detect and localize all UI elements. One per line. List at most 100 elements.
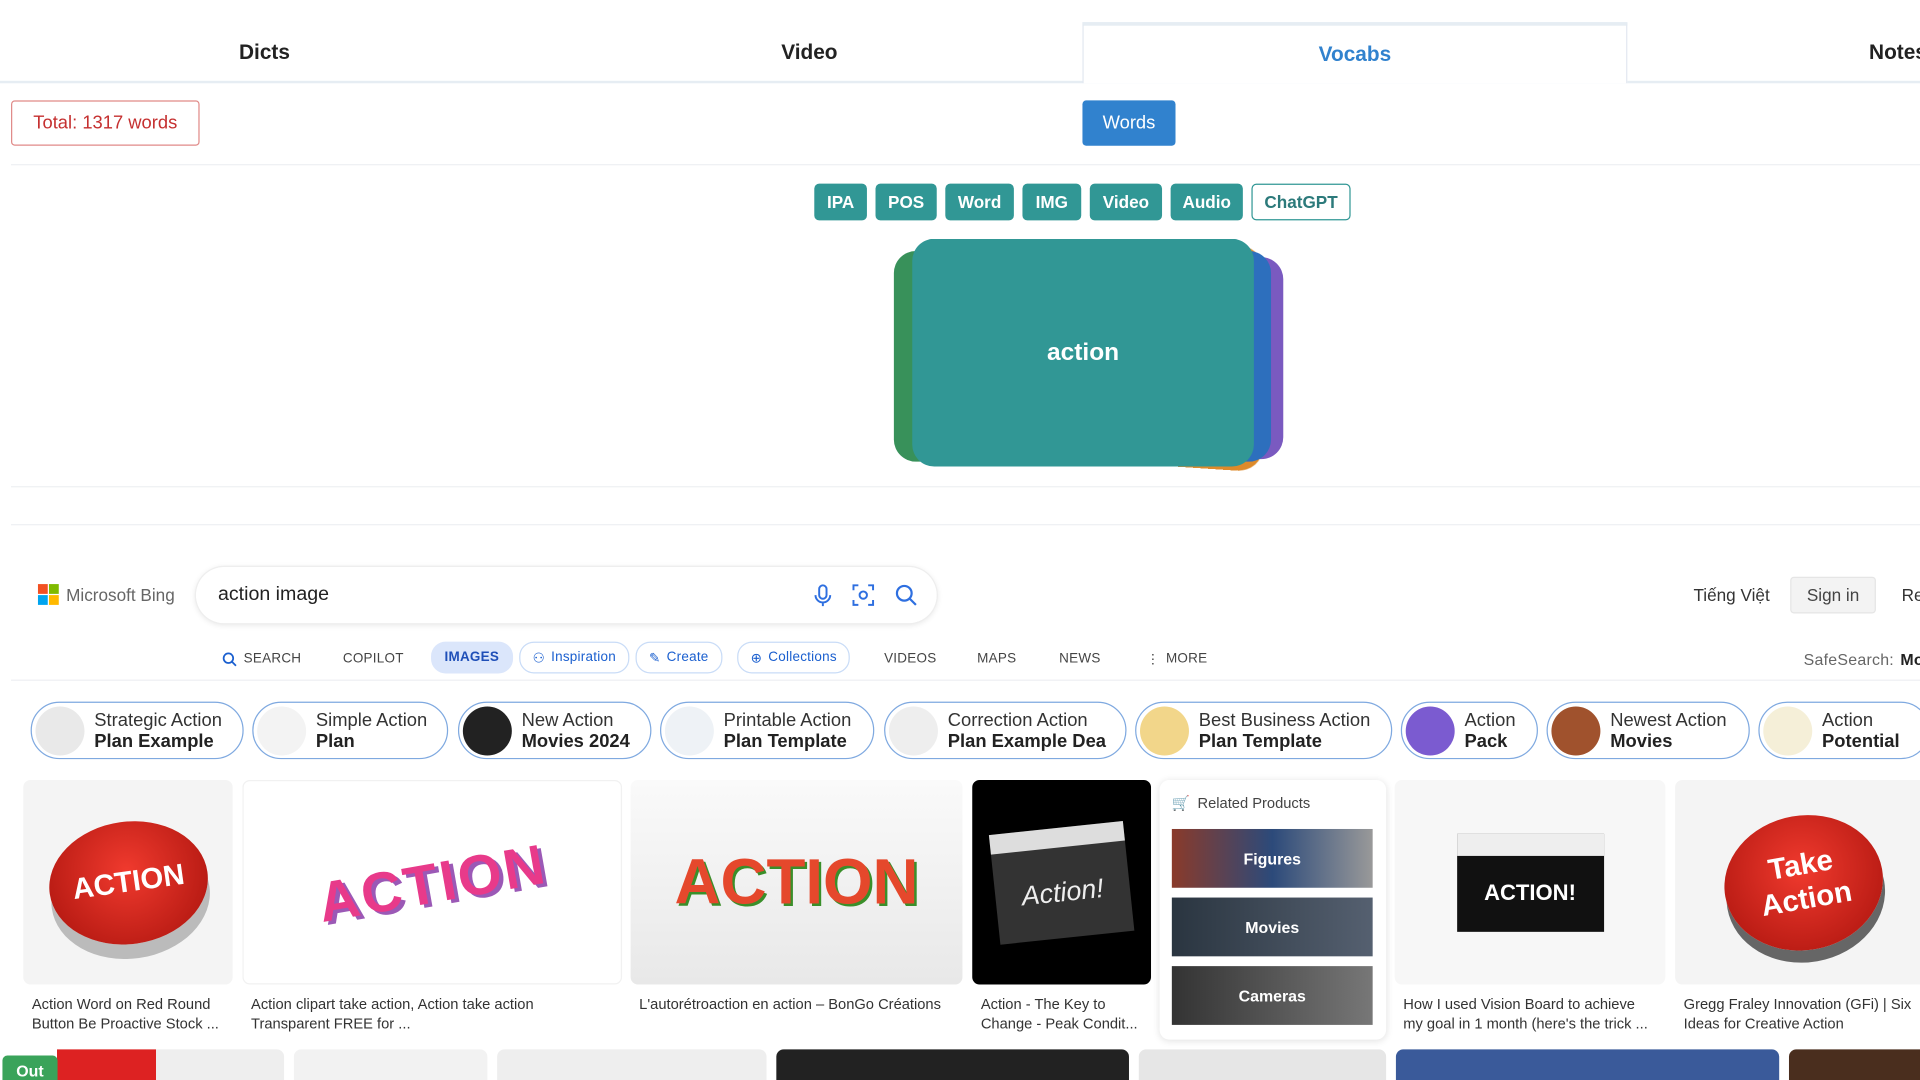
visual-search-icon[interactable] (851, 583, 875, 607)
related-label: Simple Action Plan (315, 709, 428, 752)
image-caption[interactable]: Action - The Key to Change - Peak Condit.… (981, 994, 1138, 1033)
chip-video[interactable]: Video (1089, 183, 1163, 221)
page: Dicts Video Vocabs Notes Total: 1317 wor… (0, 0, 1920, 1080)
image-art: ACTION (40, 810, 216, 954)
image-result[interactable]: Take Action (1675, 780, 1920, 985)
tab-notes[interactable]: Notes (1824, 22, 1920, 83)
more-icon: ⋮ (1146, 652, 1160, 667)
microsoft-logo-icon (37, 584, 59, 605)
nav-label: Create (666, 650, 709, 665)
related-search-chip[interactable]: Action Pack (1400, 701, 1538, 760)
related-search-chip[interactable]: Printable Action Plan Template (660, 701, 875, 760)
nav-label: Collections (768, 650, 837, 665)
image-result[interactable] (293, 1049, 488, 1080)
create-icon: ✎ (648, 650, 661, 666)
related-thumbnail (462, 705, 512, 755)
product-movies[interactable]: Movies (1171, 897, 1373, 957)
related-label: Strategic Action Plan Example (94, 709, 222, 752)
search-query: action image (217, 584, 330, 605)
related-products-title: Related Products (1197, 794, 1311, 812)
search-icon (222, 651, 237, 666)
language-link[interactable]: Tiếng Việt (1693, 585, 1769, 605)
chip-word[interactable]: Word (945, 183, 1014, 221)
rewards-link[interactable]: Re (1902, 585, 1920, 605)
related-thumbnail (1140, 705, 1189, 755)
image-result[interactable]: ACTION (23, 780, 233, 985)
related-search-chip[interactable]: Best Business Action Plan Template (1135, 701, 1393, 760)
image-result[interactable] (497, 1049, 767, 1080)
nav-collections[interactable]: ⊕ Collections (737, 641, 851, 674)
nav-maps[interactable]: MAPS (977, 645, 1016, 672)
related-search-chip[interactable]: New Action Movies 2024 (457, 701, 652, 760)
bing-logo-text: Microsoft Bing (66, 584, 175, 605)
out-badge: Out (2, 1055, 58, 1080)
nav-label: SEARCH (243, 651, 302, 667)
nav-more[interactable]: ⋮ MORE (1146, 645, 1207, 672)
nav-videos[interactable]: VIDEOS (884, 645, 936, 672)
related-search-chip[interactable]: Simple Action Plan (252, 701, 449, 760)
nav-create[interactable]: ✎ Create (635, 641, 723, 674)
bing-logo[interactable]: Microsoft Bing (37, 584, 175, 605)
inspiration-icon: ⚇ (532, 650, 545, 666)
chip-pos[interactable]: POS (875, 183, 937, 221)
related-search-chip[interactable]: Correction Action Plan Example Dea (884, 701, 1127, 760)
related-search-chip[interactable]: Newest Action Movies (1546, 701, 1750, 760)
related-label: Newest Action Movies (1610, 709, 1727, 752)
image-result[interactable]: ACTION! (1394, 780, 1666, 985)
words-button[interactable]: Words (1082, 100, 1176, 146)
nav-copilot[interactable]: COPILOT (343, 645, 404, 672)
related-products-panel: 🛒 Related Products Figures Movies Cameras (1159, 780, 1387, 1040)
safesearch-label: SafeSearch: (1803, 649, 1894, 668)
tab-vocabs[interactable]: Vocabs (1082, 22, 1628, 84)
image-result[interactable]: Action! (972, 780, 1152, 985)
nav-inspiration[interactable]: ⚇ Inspiration (519, 641, 630, 674)
chip-img[interactable]: IMG (1022, 183, 1082, 221)
image-result[interactable] (1395, 1049, 1780, 1080)
related-thumbnail (257, 705, 307, 755)
cart-icon: 🛒 (1171, 794, 1191, 812)
image-art: ACTION! (1456, 833, 1604, 932)
nav-label: MORE (1165, 651, 1208, 667)
flashcard-word: action (1046, 338, 1120, 366)
tab-video[interactable]: Video (539, 22, 1080, 83)
image-result[interactable]: ACTION (630, 780, 963, 985)
related-products-header: 🛒 Related Products (1172, 795, 1310, 812)
search-icon[interactable] (894, 583, 918, 607)
image-caption[interactable]: How I used Vision Board to achieve my goa… (1403, 994, 1648, 1033)
image-caption[interactable]: Action Word on Red Round Button Be Proact… (32, 994, 219, 1033)
image-art: Action! (988, 820, 1135, 945)
image-result[interactable] (1788, 1049, 1920, 1080)
image-caption[interactable]: Action clipart take action, Action take … (251, 994, 534, 1033)
chip-audio[interactable]: Audio (1170, 183, 1243, 221)
related-label: Printable Action Plan Template (723, 709, 852, 752)
safesearch-dropdown[interactable]: Mo (1900, 645, 1920, 672)
image-result[interactable] (776, 1049, 1129, 1080)
nav-news[interactable]: NEWS (1059, 645, 1100, 672)
related-thumbnail (1551, 705, 1601, 755)
related-thumbnail (1763, 705, 1813, 755)
related-thumbnail (888, 705, 938, 755)
sign-in-button[interactable]: Sign in (1790, 576, 1876, 614)
nav-images[interactable]: IMAGES (431, 641, 513, 674)
microphone-icon[interactable] (811, 583, 835, 607)
related-thumbnail (35, 705, 85, 755)
flashcard[interactable]: action (912, 238, 1254, 467)
image-art: ACTION (313, 830, 552, 934)
chip-ipa[interactable]: IPA (814, 183, 867, 221)
chip-chatgpt[interactable]: ChatGPT (1251, 183, 1351, 221)
tab-dicts[interactable]: Dicts (0, 22, 529, 83)
divider (11, 524, 1920, 526)
image-caption[interactable]: Gregg Fraley Innovation (GFi) | Six Ideas… (1684, 994, 1912, 1033)
image-art: ACTION (674, 846, 919, 918)
image-result[interactable] (1138, 1049, 1387, 1080)
image-caption[interactable]: L'autorétroaction en action – BonGo Créa… (639, 994, 941, 1014)
image-result[interactable]: ACTION (242, 780, 623, 985)
related-thumbnail (664, 705, 714, 755)
related-label: Best Business Action Plan Template (1198, 709, 1371, 752)
product-figures[interactable]: Figures (1171, 828, 1373, 888)
related-search-chip[interactable]: Action Potential (1758, 701, 1920, 760)
related-search-chip[interactable]: Strategic Action Plan Example (30, 701, 244, 760)
related-label: Correction Action Plan Example Dea (947, 709, 1107, 752)
nav-search[interactable]: SEARCH (222, 645, 302, 672)
product-cameras[interactable]: Cameras (1171, 966, 1373, 1025)
